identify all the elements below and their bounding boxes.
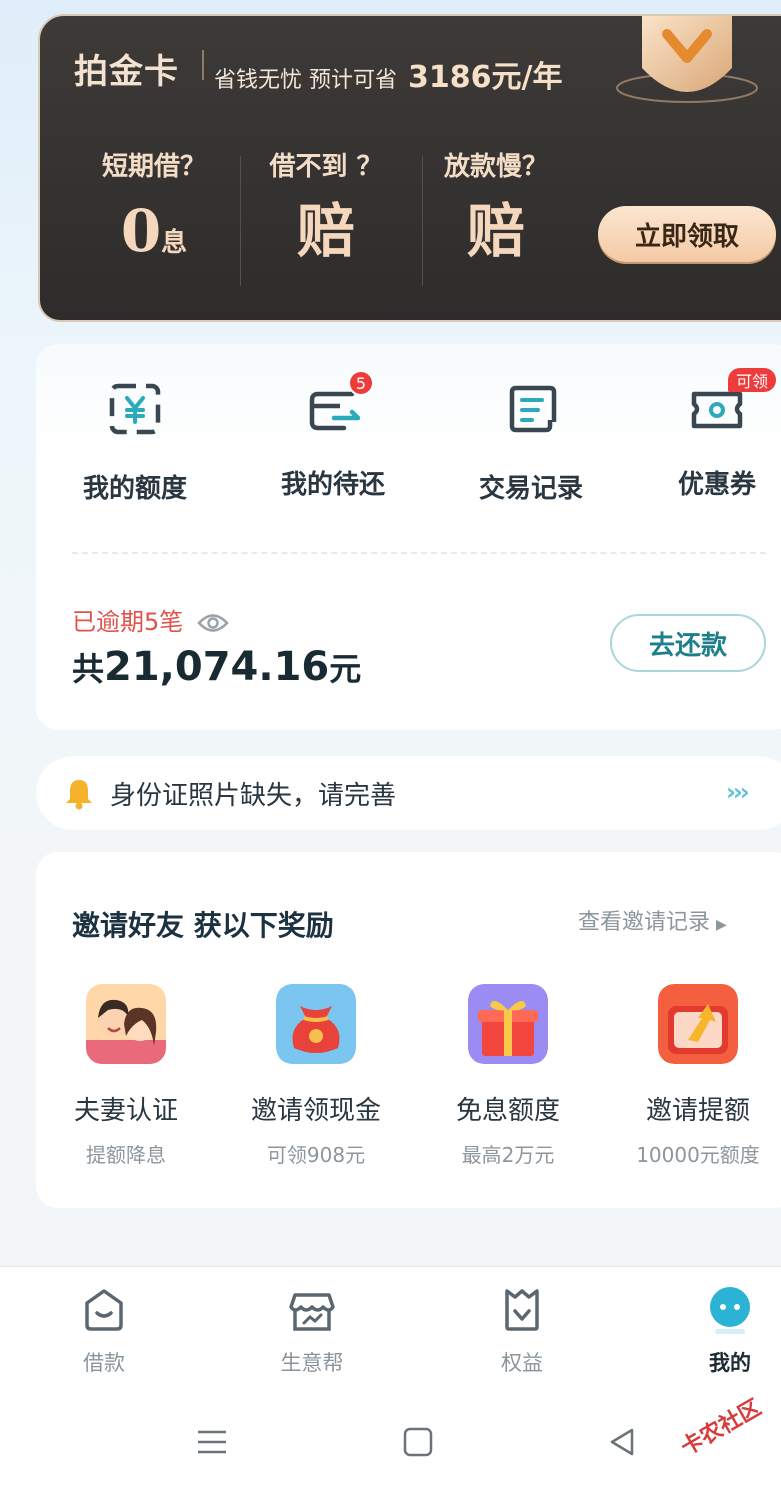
menu-icon[interactable] [192,1422,232,1462]
overdue-status: 已逾期5笔 [72,602,229,637]
profile-face-icon [710,1287,750,1334]
gold-card-subtitle: 省钱无忧 预计可省 3186元/年 [214,52,562,96]
nav-label: 生意帮 [280,1351,344,1375]
invite-card: 邀请好友 获以下奖励 查看邀请记录 ▶ 夫妻认证 提额降息 邀请领现金 可领908… [36,852,781,1208]
savings-unit: 元/年 [491,60,563,95]
benefit-question: 短期借？ [101,152,206,182]
gift-box-icon [468,984,548,1064]
benefit-value: 赔 [466,197,525,265]
notice-text: 身份证照片缺失，请完善 [110,780,397,811]
entry-label: 优惠券 [677,470,756,500]
claim-now-button[interactable]: 立即领取 [598,206,776,262]
card-repay-icon-wrap: 5 [304,370,374,438]
reward-name: 夫妻认证 [73,1096,178,1126]
view-invite-records-link[interactable]: 查看邀请记录 ▶ [578,904,727,936]
entry-label: 我的待还 [280,470,385,500]
triangle-right-icon: ▶ [716,917,727,933]
crown-shield-icon [505,1289,539,1331]
nav-label: 我的 [709,1351,751,1375]
coupon-icon-wrap: 可领 [688,368,776,438]
entry-my-repayment[interactable]: 5 我的待还 [258,370,408,501]
benefit-value: 0息 [120,197,188,265]
reward-name: 免息额度 [455,1096,560,1126]
benefit-question: 借不到 ？ [269,152,383,182]
nav-business[interactable]: 生意帮 [252,1285,372,1377]
reward-name: 邀请提额 [645,1096,750,1126]
receipt-icon [509,385,557,433]
nav-benefits[interactable]: 权益 [462,1285,582,1377]
chevrons-right-icon: ››› [726,778,750,806]
couple-icon [86,984,166,1064]
entry-label: 交易记录 [478,474,583,504]
shop-icon [289,1293,335,1331]
bottom-nav: 借款 生意帮 权益 我的 [0,1266,781,1386]
up-arrow-box-icon [658,984,738,1064]
yuan-quota-icon [109,383,161,435]
gold-card-title: 拍金卡 [74,52,179,92]
subtitle-text: 省钱无忧 预计可省 [214,68,397,93]
total-prefix: 共 [72,650,105,688]
reward-desc: 提额降息 [86,1143,166,1167]
nav-loan[interactable]: 借款 [44,1285,164,1377]
nav-label: 借款 [83,1351,125,1375]
id-photo-notice[interactable]: 身份证照片缺失，请完善 ››› [36,756,781,830]
home-smile-icon [85,1289,123,1331]
nav-label: 权益 [501,1351,543,1375]
reward-desc: 最高2万元 [461,1143,555,1167]
reward-couple-verify[interactable]: 夫妻认证 提额降息 [36,984,216,1168]
total-suffix: 元 [329,650,362,688]
entry-transactions[interactable]: 交易记录 [456,380,606,505]
bell-icon [66,780,92,810]
savings-amount: 3186 [408,60,492,95]
entry-my-quota[interactable]: 我的额度 [60,380,210,505]
reward-desc: 10000元额度 [636,1143,760,1167]
repay-count-badge: 5 [348,370,374,396]
reward-invite-quota-up[interactable]: 邀请提额 10000元额度 [608,984,781,1168]
reward-free-interest[interactable]: 免息额度 最高2万元 [418,984,598,1168]
nav-mine[interactable]: 我的 [670,1285,781,1377]
entry-label: 我的额度 [82,474,187,504]
benefit-borrow-fail: 借不到 ？ 赔 [236,146,416,261]
benefit-zero-interest: 短期借？ 0息 [64,146,244,273]
reward-name: 邀请领现金 [250,1096,381,1126]
red-pouch-icon [276,984,356,1064]
benefit-question: 放款慢？ [443,152,548,182]
gold-v-badge-icon [616,16,758,103]
title-divider [202,50,204,80]
eye-icon[interactable] [197,612,229,634]
coupon-available-tag: 可领 [727,368,776,392]
total-due: 共21,074.16元 [72,644,361,690]
benefit-value: 赔 [296,197,355,265]
go-repay-button[interactable]: 去还款 [610,614,766,672]
dashed-divider [72,552,766,554]
reward-invite-cash[interactable]: 邀请领现金 可领908元 [226,984,406,1168]
quick-entries-card: 我的额度 5 我的待还 交易记录 可领 优惠券 已逾期5笔 共21,074.16… [36,344,781,730]
benefit-slow-loan: 放款慢？ 赔 [406,146,586,261]
system-nav-bar [0,1386,781,1500]
gold-card-banner[interactable]: 拍金卡 省钱无忧 预计可省 3186元/年 短期借？ 0息 借不到 ？ 赔 放款… [38,14,781,322]
entry-coupons[interactable]: 可领 优惠券 [642,368,781,501]
total-amount: 21,074.16 [104,644,330,690]
reward-desc: 可领908元 [266,1143,366,1167]
invite-title: 邀请好友 获以下奖励 [72,909,334,942]
overdue-text: 已逾期5笔 [72,608,184,636]
home-square-icon[interactable] [398,1422,438,1462]
view-invite-records-label: 查看邀请记录 [578,910,711,935]
back-triangle-icon[interactable] [602,1422,642,1462]
